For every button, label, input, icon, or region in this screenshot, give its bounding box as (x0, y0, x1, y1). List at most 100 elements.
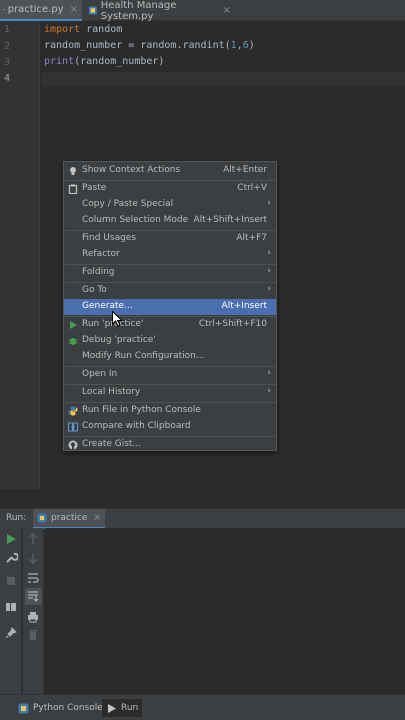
layout-icon[interactable] (4, 600, 18, 614)
submenu-arrow-icon: › (267, 248, 271, 258)
run-icon (108, 703, 116, 713)
menu-item-label: Paste (82, 183, 107, 193)
menu-item-compare-with-clipboard[interactable]: Compare with Clipboard (64, 419, 276, 435)
menu-item-label: Compare with Clipboard (82, 421, 191, 431)
menu-item-label: Modify Run Configuration... (82, 351, 205, 361)
debug-icon (68, 338, 78, 345)
submenu-arrow-icon: › (267, 284, 271, 294)
python-console-tool-button[interactable]: Python Console (14, 699, 107, 717)
tool-window-bar: Python Console Run (0, 694, 405, 720)
menu-item-label: Column Selection Mode (82, 215, 189, 225)
menu-item-shortcut: Ctrl+Shift+F10 (198, 319, 267, 329)
menu-item-label: Find Usages (82, 233, 137, 243)
menu-item-shortcut: Alt+F7 (236, 233, 267, 243)
builtin-name: print (44, 56, 75, 67)
menu-item-refactor[interactable]: Refactor › (64, 247, 276, 263)
code-line-3: print(random_number) (44, 56, 164, 67)
close-icon[interactable]: × (93, 513, 101, 523)
menu-item-modify-run-configuration[interactable]: Modify Run Configuration... (64, 349, 276, 365)
python-icon (18, 703, 29, 713)
code-text: random_number = random.randint( (44, 40, 231, 51)
menu-item-open-in[interactable]: Open In › (64, 367, 276, 383)
menu-item-go-to[interactable]: Go To › (64, 283, 276, 299)
menu-item-run-file-in-python-console[interactable]: Run File in Python Console (64, 403, 276, 419)
menu-item-label: Go To (82, 285, 107, 295)
tool-button-label: Python Console (33, 703, 103, 713)
lightbulb-icon (70, 167, 76, 175)
python-file-icon (88, 6, 97, 15)
compare-icon (68, 422, 78, 432)
mouse-cursor-icon (112, 311, 123, 327)
submenu-arrow-icon: › (267, 368, 271, 378)
menu-item-debug-practice[interactable]: Debug 'practice' (64, 333, 276, 349)
run-tab-practice[interactable]: practice × (33, 509, 105, 529)
run-panel-header: Run: practice × (0, 508, 405, 529)
trash-icon[interactable] (26, 628, 40, 642)
code-line-1: import random (44, 24, 122, 35)
menu-item-label: Run File in Python Console (82, 405, 201, 415)
line-number: 4 (4, 73, 11, 84)
stop-icon[interactable] (4, 574, 18, 588)
close-icon[interactable]: × (70, 4, 78, 15)
soft-wrap-icon[interactable] (26, 571, 40, 585)
keyword: import (44, 24, 81, 35)
menu-item-shortcut: Ctrl+V (237, 183, 267, 193)
editor-tab-bar: practice.py × Health Manage System.py × (0, 0, 405, 22)
menu-item-column-selection-mode[interactable]: Column Selection Mode Alt+Shift+Insert (64, 213, 276, 229)
print-icon[interactable] (26, 610, 40, 624)
run-console-output[interactable] (45, 528, 405, 694)
editor-context-menu: Show Context Actions Alt+Enter Paste Ctr… (63, 161, 277, 451)
menu-item-label: Refactor (82, 249, 120, 259)
menu-item-local-history[interactable]: Local History › (64, 385, 276, 401)
menu-item-label: Create Gist... (82, 439, 142, 449)
menu-item-label: Copy / Paste Special (82, 199, 174, 209)
run-icon (70, 321, 77, 329)
run-panel-label: Run: (6, 513, 27, 523)
code-text: random (80, 24, 123, 35)
close-icon[interactable]: × (223, 5, 231, 16)
line-number: 2 (4, 41, 11, 52)
python-icon (68, 406, 78, 416)
tool-button-label: Run (121, 703, 139, 713)
menu-item-find-usages[interactable]: Find Usages Alt+F7 (64, 231, 276, 247)
submenu-arrow-icon: › (267, 386, 271, 396)
menu-item-create-gist[interactable]: Create Gist... (64, 437, 276, 453)
menu-item-paste[interactable]: Paste Ctrl+V (64, 181, 276, 197)
scroll-to-end-icon (28, 591, 39, 602)
arrow-down-icon[interactable] (26, 551, 40, 565)
menu-item-folding[interactable]: Folding › (64, 265, 276, 281)
menu-item-label: Local History (82, 387, 141, 397)
menu-item-label: Show Context Actions (82, 165, 181, 175)
menu-item-show-context-actions[interactable]: Show Context Actions Alt+Enter (64, 163, 276, 179)
pin-icon[interactable] (4, 626, 18, 640)
menu-item-run-practice[interactable]: Run 'practice' Ctrl+Shift+F10 (64, 317, 276, 333)
menu-item-generate[interactable]: Generate... Alt+Insert (64, 299, 276, 315)
ide-window: practice.py × Health Manage System.py × … (0, 0, 405, 720)
python-file-icon (3, 8, 5, 11)
clipboard-icon (68, 184, 78, 194)
arrow-up-icon[interactable] (26, 532, 40, 546)
menu-item-label: Open In (82, 369, 118, 379)
tab-practice[interactable]: practice.py × (0, 0, 82, 21)
menu-item-label: Folding (82, 267, 115, 277)
run-toolbar-secondary (23, 528, 44, 694)
scroll-to-end-toggle[interactable] (25, 588, 42, 605)
current-line-highlight (41, 72, 405, 87)
line-number: 1 (4, 24, 11, 35)
run-toolbar-primary (0, 528, 22, 694)
line-number: 3 (4, 57, 11, 68)
submenu-arrow-icon: › (267, 198, 271, 208)
run-tool-button[interactable]: Run (102, 699, 143, 717)
code-text: ) (248, 40, 255, 51)
menu-item-shortcut: Alt+Insert (221, 301, 267, 311)
github-icon (68, 440, 78, 450)
python-icon (37, 513, 47, 523)
rerun-icon[interactable] (4, 532, 18, 546)
tab-health-manage-system[interactable]: Health Manage System.py × (85, 0, 235, 22)
menu-item-label: Generate... (82, 301, 133, 311)
run-tab-label: practice (51, 513, 88, 523)
menu-item-shortcut: Alt+Shift+Insert (193, 215, 267, 225)
wrench-icon[interactable] (4, 551, 18, 565)
menu-item-copy-paste-special[interactable]: Copy / Paste Special › (64, 197, 276, 213)
code-line-2: random_number = random.randint(1,6) (44, 40, 255, 51)
